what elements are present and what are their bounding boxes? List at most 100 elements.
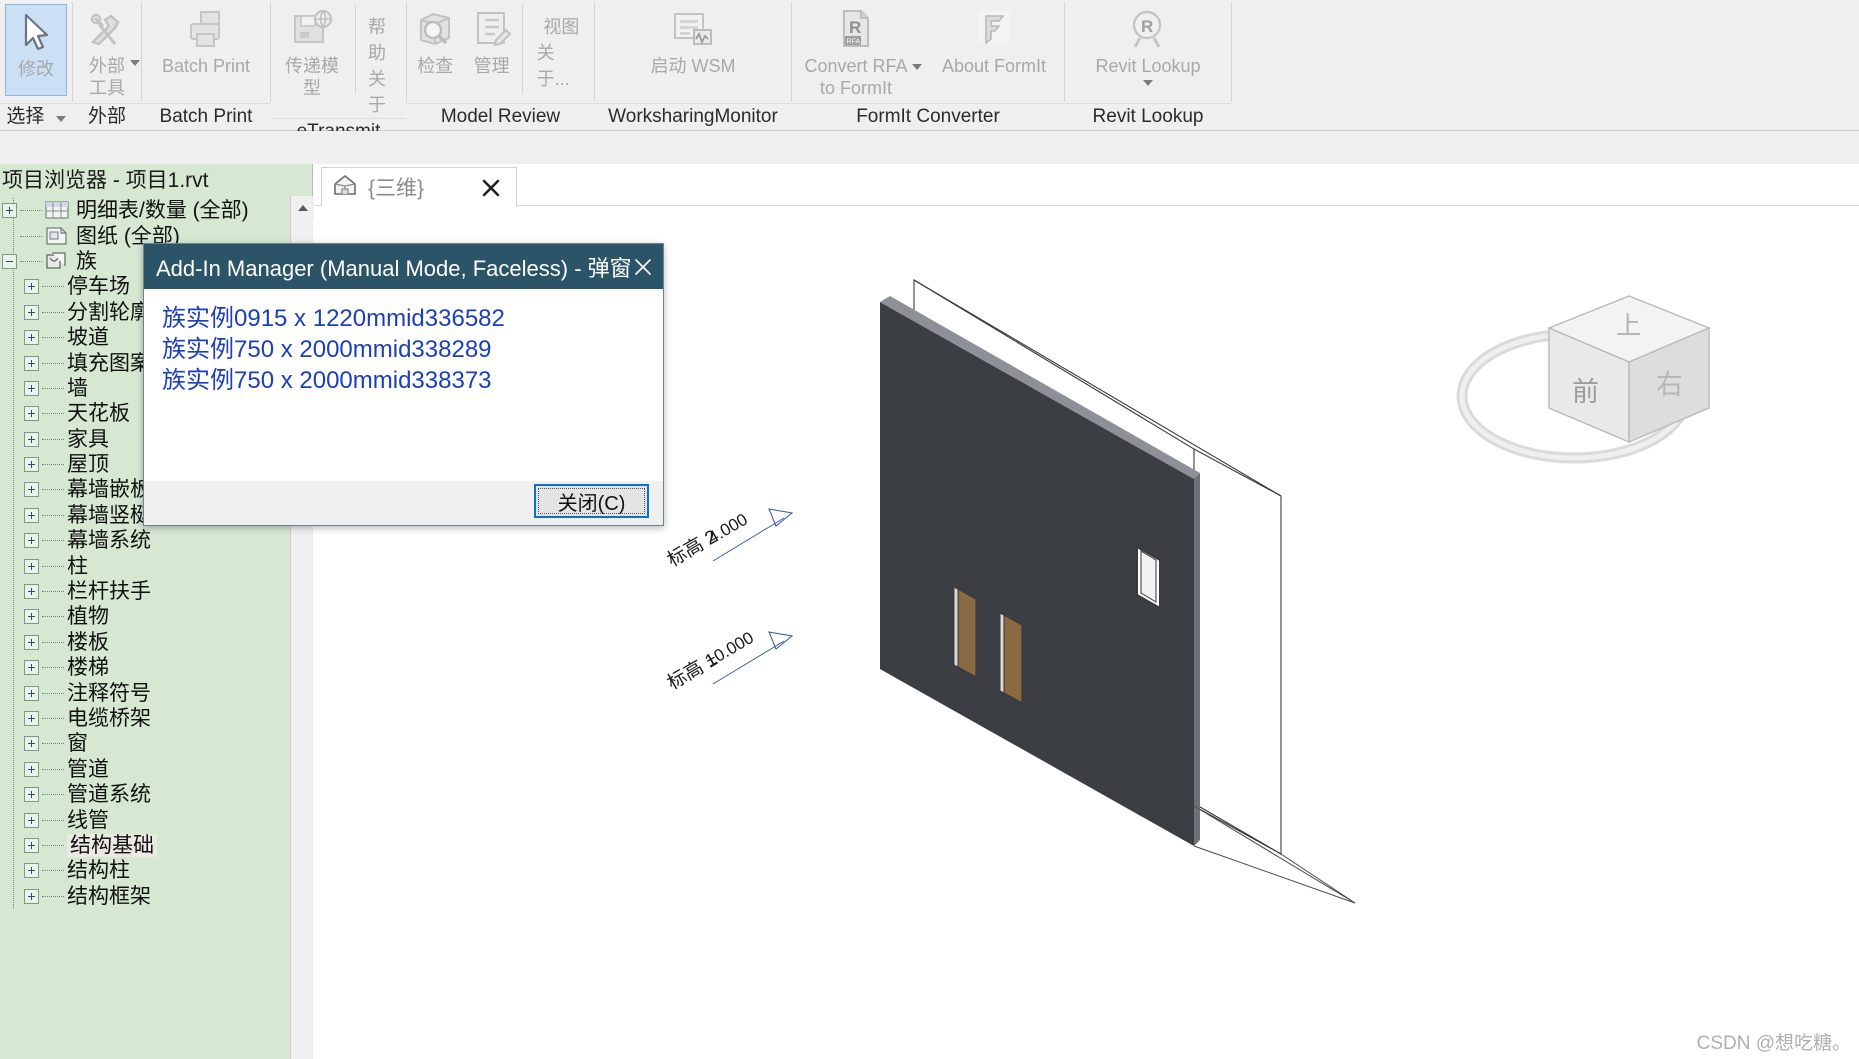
tree-connector: [42, 387, 64, 389]
tree-item-label: 明细表/数量 (全部): [76, 199, 249, 223]
expand-icon[interactable]: [24, 457, 39, 473]
ribbon-button-about-formit[interactable]: About FormIt: [928, 2, 1060, 78]
chevron-down-icon[interactable]: [1143, 79, 1153, 86]
expand-icon[interactable]: [24, 812, 39, 828]
ribbon-button-transmit-model[interactable]: 传递模型: [271, 2, 353, 100]
dialog-titlebar[interactable]: Add-In Manager (Manual Mode, Faceless) -…: [144, 244, 663, 289]
tree-item-22[interactable]: 管道: [0, 757, 312, 782]
expand-icon[interactable]: [24, 279, 39, 295]
tree-item-label: 墙: [67, 376, 88, 400]
door-1: [953, 586, 977, 679]
tree-item-15[interactable]: 栏杆扶手: [0, 579, 312, 604]
expand-icon[interactable]: [24, 355, 39, 371]
tree-item-27[interactable]: 结构框架: [0, 884, 312, 909]
tree-connector: [42, 311, 64, 313]
close-button[interactable]: 关闭(C): [534, 484, 649, 518]
ribbon-panel-title-wsm: WorksharingMonitor: [595, 103, 791, 131]
tree-item-14[interactable]: 柱: [0, 553, 312, 578]
ribbon-item-view[interactable]: 视图: [543, 14, 579, 40]
tree-item-19[interactable]: 注释符号: [0, 680, 312, 705]
collapse-icon[interactable]: [2, 253, 17, 269]
options-bar: [0, 131, 1859, 164]
expand-icon[interactable]: [24, 736, 39, 752]
expand-icon[interactable]: [24, 304, 39, 320]
expand-icon[interactable]: [24, 787, 39, 803]
ribbon-panel-title-external: 外部: [73, 103, 141, 131]
ribbon-button-revit-lookup[interactable]: R Revit Lookup: [1078, 2, 1218, 86]
tree-connector: [42, 667, 64, 669]
expand-icon[interactable]: [24, 584, 39, 600]
tree-item-20[interactable]: 电缆桥架: [0, 706, 312, 731]
tree-connector: [42, 337, 64, 339]
tree-item-17[interactable]: 楼板: [0, 630, 312, 655]
home-3d-icon: [332, 173, 358, 202]
printer-icon: [182, 6, 230, 54]
expand-icon[interactable]: [24, 406, 39, 422]
level-marker-2: 标高 2 4.000: [664, 508, 794, 571]
ribbon-button-manage[interactable]: 管理: [463, 2, 519, 78]
ribbon-button-modify[interactable]: 修改: [5, 4, 67, 96]
tree-connector: [42, 718, 64, 719]
expand-icon[interactable]: [24, 431, 39, 447]
chevron-down-icon[interactable]: [55, 116, 66, 122]
tree-item-13[interactable]: 幕墙系统: [0, 528, 312, 553]
expand-icon[interactable]: [24, 761, 39, 777]
tree-item-24[interactable]: 线管: [0, 807, 312, 832]
tree-connector: [42, 286, 64, 288]
expand-icon[interactable]: [24, 507, 39, 523]
expand-icon[interactable]: [24, 533, 39, 549]
addin-manager-dialog: Add-In Manager (Manual Mode, Faceless) -…: [143, 243, 664, 526]
tree-item-label: 线管: [67, 808, 109, 832]
ribbon-button-inspect[interactable]: 检查: [407, 2, 463, 78]
ribbon-button-launch-wsm[interactable]: 启动 WSM: [623, 2, 763, 78]
ribbon-item-about[interactable]: 关于...: [537, 40, 586, 92]
expand-icon[interactable]: [24, 634, 39, 650]
tree-item-0[interactable]: 明细表/数量 (全部): [0, 198, 312, 223]
ribbon-item-help[interactable]: 帮助: [368, 14, 398, 66]
expand-icon[interactable]: [24, 711, 39, 726]
ribbon-button-batch-print[interactable]: Batch Print: [144, 2, 268, 78]
ribbon-button-convert-rfa-to-formit[interactable]: R RFA Convert RFA to FormIt: [796, 2, 916, 100]
ribbon-item-about[interactable]: 关于: [368, 66, 398, 118]
tree-item-label: 楼板: [67, 630, 109, 654]
ribbon: 修改 选择 外部 工具 外部 Batch Print Batch Print 传…: [0, 0, 1859, 142]
tree-item-23[interactable]: 管道系统: [0, 782, 312, 807]
expand-icon[interactable]: [24, 609, 39, 625]
tree-item-18[interactable]: 楼梯: [0, 655, 312, 680]
tree-item-21[interactable]: 窗: [0, 731, 312, 756]
tree-item-25[interactable]: 结构基础: [0, 833, 312, 858]
manage-icon: [468, 6, 516, 54]
ribbon-button-label: 修改: [18, 59, 54, 79]
scroll-up-button[interactable]: [291, 196, 314, 220]
revit-window: 修改 选择 外部 工具 外部 Batch Print Batch Print 传…: [0, 0, 1859, 1059]
ribbon-panel-title-formit: FormIt Converter: [792, 103, 1064, 131]
dialog-line: 族实例750 x 2000mmid338289: [162, 336, 492, 364]
ribbon-button-external-tools[interactable]: 外部 工具: [74, 2, 140, 100]
tree-item-label: 结构框架: [67, 884, 151, 908]
expand-icon[interactable]: [24, 558, 39, 574]
expand-icon[interactable]: [24, 482, 39, 498]
close-icon[interactable]: [632, 249, 655, 285]
tab-3d-view[interactable]: {三维}: [321, 167, 517, 206]
expand-icon[interactable]: [24, 863, 39, 879]
expand-icon[interactable]: [24, 837, 39, 853]
tree-item-16[interactable]: 植物: [0, 604, 312, 629]
expand-icon[interactable]: [24, 685, 39, 701]
expand-icon[interactable]: [24, 660, 39, 676]
close-icon[interactable]: [480, 177, 502, 199]
chevron-down-icon[interactable]: [130, 60, 140, 66]
chevron-down-icon[interactable]: [912, 64, 922, 70]
expand-icon[interactable]: [24, 888, 39, 904]
tree-item-label: 族: [76, 249, 97, 273]
expand-icon[interactable]: [24, 330, 39, 346]
tree-item-label: 结构基础: [67, 833, 157, 857]
ribbon-stack-model-review: 视图 关于...: [529, 2, 594, 92]
ribbon-panel-title-model-review: Model Review: [407, 103, 594, 131]
view-cube[interactable]: 上 前 右: [1444, 266, 1744, 496]
expand-icon[interactable]: [2, 203, 17, 219]
tree-item-26[interactable]: 结构柱: [0, 858, 312, 883]
expand-icon[interactable]: [24, 380, 39, 396]
family-icon: [45, 251, 71, 271]
tree-item-label: 填充图案: [67, 351, 151, 375]
schedule-icon: [45, 201, 71, 221]
